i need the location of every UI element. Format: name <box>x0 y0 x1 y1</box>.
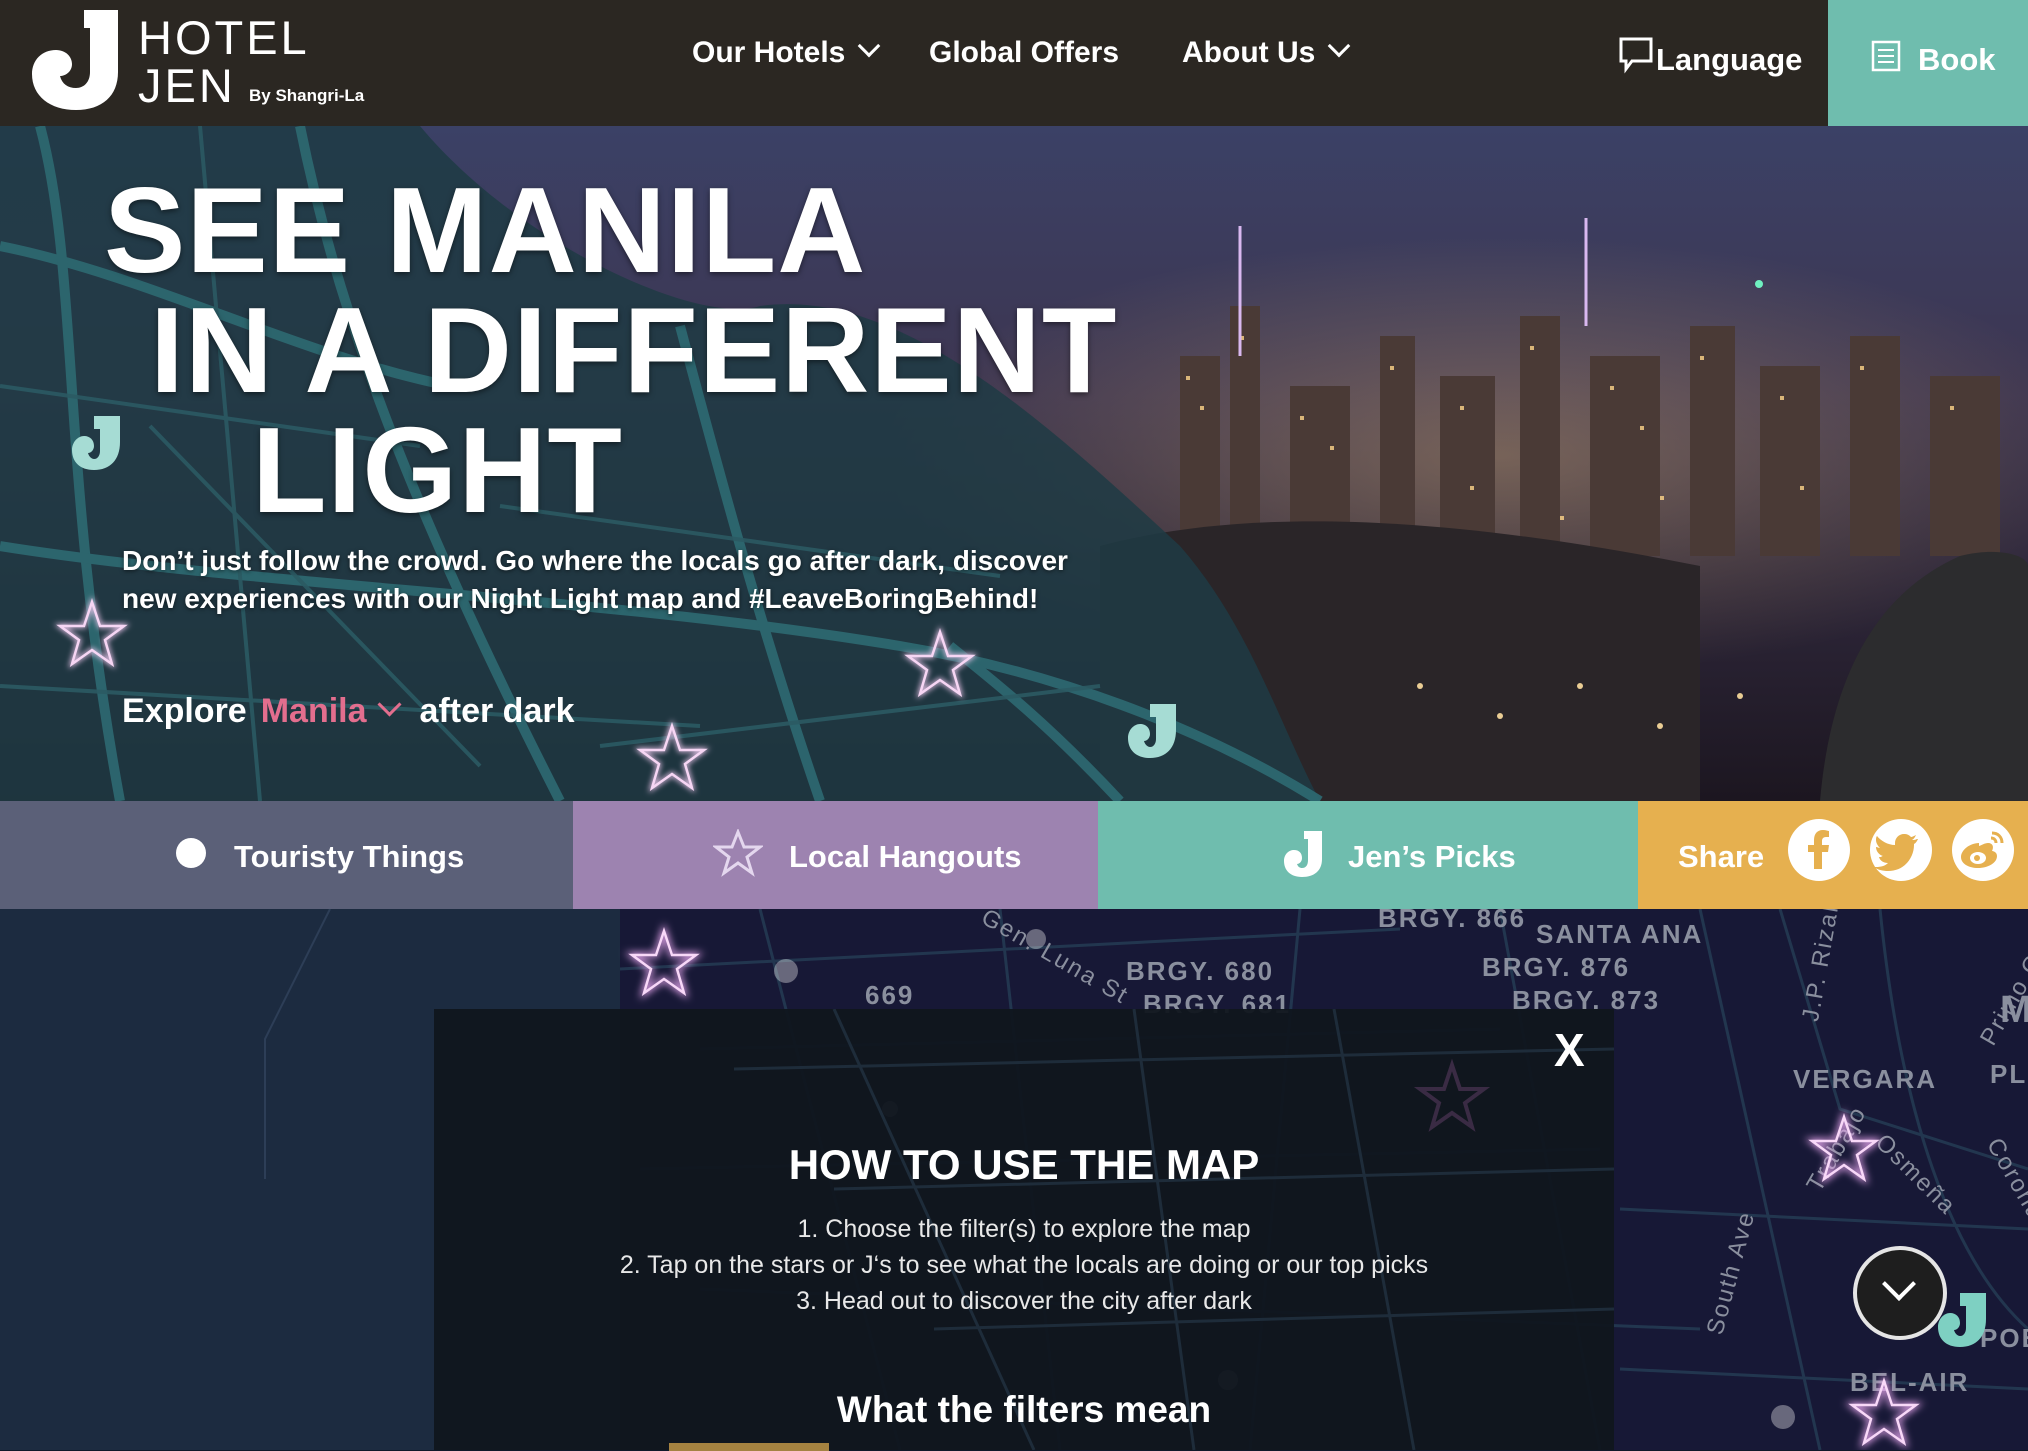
hero-title-line3: LIGHT <box>252 402 623 538</box>
nav-our-hotels[interactable]: Our Hotels <box>692 34 881 70</box>
booking-form-icon <box>1871 40 1901 72</box>
language-selector[interactable]: Language <box>1618 36 1802 78</box>
logo-text-jen: JEN <box>138 59 236 112</box>
facebook-icon[interactable] <box>1788 819 1850 881</box>
top-nav: HOTEL JEN By Shangri-La Our Hotels Globa… <box>0 0 2028 126</box>
hero-banner: SEE MANILA IN A DIFFERENT LIGHT Don’t ju… <box>0 126 2028 801</box>
white-dot-icon <box>176 838 206 868</box>
nav-global-offers[interactable]: Global Offers <box>929 36 1119 70</box>
modal-step: 1. Choose the filter(s) to explore the m… <box>797 1215 1251 1243</box>
nav-about-us-label: About Us <box>1182 36 1316 69</box>
j-marker-icon <box>1284 831 1322 877</box>
logo-text-hotel: HOTEL <box>138 11 310 64</box>
language-label: Language <box>1656 42 1803 77</box>
hero-title-line1: SEE MANILA <box>104 162 867 298</box>
filter-touristy-label: Touristy Things <box>234 839 465 874</box>
twitter-icon[interactable] <box>1870 819 1932 881</box>
share-section: Share <box>1638 801 2028 909</box>
book-label: Book <box>1918 42 1996 77</box>
nav-our-hotels-label: Our Hotels <box>692 36 846 69</box>
weibo-icon[interactable] <box>1952 819 2014 881</box>
hero-description: Don’t just follow the crowd. Go where th… <box>122 545 1068 614</box>
scroll-down-button[interactable] <box>1853 1246 1947 1340</box>
nav-about-us[interactable]: About Us <box>1182 34 1351 70</box>
map-filter-bar: Touristy Things Local Hangouts Jen’s Pic… <box>0 801 2028 909</box>
city-dropdown[interactable]: Manila <box>260 692 402 730</box>
hotel-jen-logo[interactable]: HOTEL JEN By Shangri-La <box>32 10 372 110</box>
explore-line: Explore Manila after dark <box>122 692 575 731</box>
hero-title-line2: IN A DIFFERENT <box>150 282 1118 418</box>
book-button[interactable]: Book <box>1828 0 2028 126</box>
logo-byline: By Shangri-La <box>249 86 365 105</box>
how-to-use-modal: X HOW TO USE THE MAP 1. Choose the filte… <box>434 1009 1614 1451</box>
nav-global-offers-label: Global Offers <box>929 36 1120 69</box>
filter-local-hangouts[interactable]: Local Hangouts <box>573 801 1098 909</box>
modal-step: 3. Head out to discover the city after d… <box>796 1287 1252 1315</box>
filter-jens-picks[interactable]: Jen’s Picks <box>1098 801 1638 909</box>
modal-subtitle: What the filters mean <box>836 1389 1212 1430</box>
close-modal-button[interactable]: X <box>1554 1023 1585 1077</box>
chevron-down-icon <box>858 34 881 58</box>
filter-touristy-things[interactable]: Touristy Things <box>0 801 573 909</box>
filter-local-label: Local Hangouts <box>789 839 1022 874</box>
chevron-down-icon <box>1328 34 1351 58</box>
explore-prefix: Explore <box>122 692 247 730</box>
modal-step: 2. Tap on the stars or J‘s to see what t… <box>619 1251 1429 1279</box>
speech-bubble-icon <box>1619 37 1653 74</box>
chevron-down-icon <box>1882 1267 1916 1301</box>
filter-jens-label: Jen’s Picks <box>1348 839 1516 874</box>
share-label: Share <box>1678 839 1765 874</box>
explore-suffix: after dark <box>419 692 575 730</box>
chevron-down-icon <box>377 692 402 717</box>
star-icon <box>713 829 763 877</box>
city-dropdown-value: Manila <box>260 692 367 730</box>
modal-title: HOW TO USE THE MAP <box>788 1141 1260 1188</box>
j-logo-icon <box>32 10 118 110</box>
